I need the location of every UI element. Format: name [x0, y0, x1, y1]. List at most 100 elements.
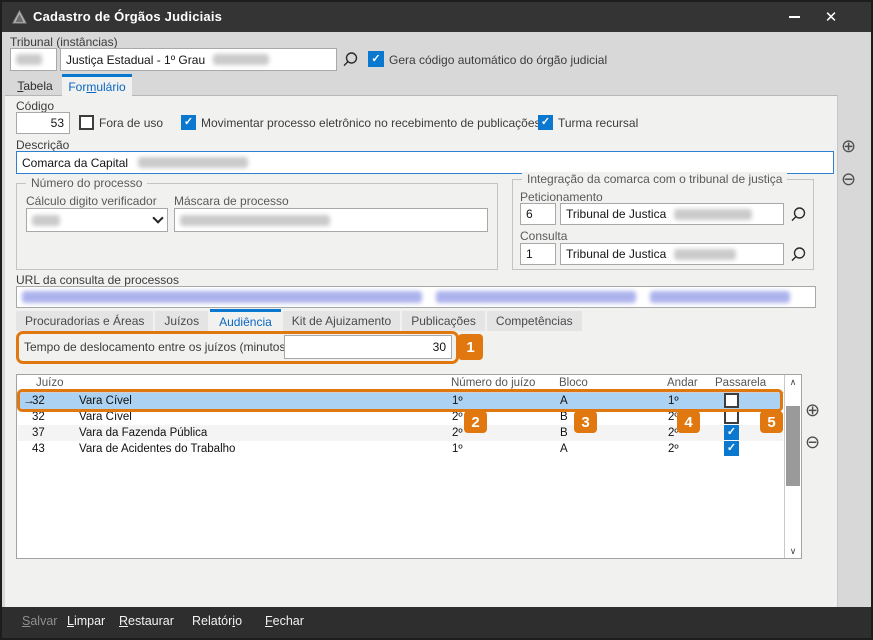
cell-numero: 1º [452, 393, 463, 409]
passarela-checkbox[interactable]: ✓ [724, 393, 739, 408]
redacted-link [650, 291, 790, 303]
scroll-down-icon[interactable]: ∨ [785, 544, 801, 558]
cell-code: 32 [32, 409, 45, 425]
scroll-up-icon[interactable]: ∧ [785, 375, 801, 389]
cell-name: Vara da Fazenda Pública [79, 425, 207, 441]
cell-bloco: B [560, 425, 568, 441]
redacted-text [674, 209, 752, 220]
table-row[interactable]: → 32 Vara Cível 1º A 1º ✓ [18, 393, 783, 409]
vertical-scrollbar[interactable]: ∧ ∨ [784, 375, 801, 558]
numero-processo-title: Número do processo [26, 176, 147, 190]
consulta-label: Consulta [520, 229, 567, 243]
consulta-value: Tribunal de Justica [566, 247, 666, 261]
mascara-field[interactable] [174, 208, 488, 232]
check-icon: ✓ [727, 427, 736, 438]
tempo-field[interactable]: 30 [284, 335, 452, 359]
fora-de-uso-checkbox[interactable]: ✓ [79, 115, 94, 130]
subtab-juizos[interactable]: Juízos [155, 311, 208, 331]
header-andar: Andar [667, 377, 698, 389]
calculo-dropdown[interactable] [26, 208, 168, 232]
calculo-label: Cálculo digito verificador [26, 194, 157, 208]
search-icon[interactable] [789, 246, 807, 264]
annotation-badge-2: 2 [464, 411, 487, 433]
peticionamento-code: 6 [526, 207, 533, 221]
minimize-button[interactable] [773, 2, 815, 32]
cell-code: 43 [32, 441, 45, 457]
search-icon[interactable] [789, 206, 807, 224]
url-field[interactable] [16, 286, 816, 308]
window-title: Cadastro de Órgãos Judiciais [33, 9, 222, 24]
cell-numero: 2º [452, 409, 463, 425]
tab-tabela[interactable]: Tabela [10, 76, 60, 96]
cell-numero: 2º [452, 425, 463, 441]
annotation-badge-1: 1 [458, 334, 483, 360]
table-row[interactable]: 32 Vara Cível 2º B 2º ✓ [18, 409, 783, 425]
cell-numero: 1º [452, 441, 463, 457]
limpar-button[interactable]: Limpar [67, 614, 105, 628]
cell-name: Vara Cível [79, 409, 132, 425]
annotation-badge-3: 3 [574, 411, 597, 433]
descricao-label: Descrição [16, 138, 69, 152]
salvar-button[interactable]: Salvar [22, 614, 57, 628]
tempo-label: Tempo de deslocamento entre os juízos (m… [24, 340, 289, 354]
cell-name: Vara de Acidentes do Trabalho [79, 441, 235, 457]
codigo-field[interactable]: 53 [16, 112, 70, 134]
peticionamento-label: Peticionamento [520, 190, 603, 204]
movimentar-checkbox[interactable]: ✓ [181, 115, 196, 130]
passarela-checkbox[interactable]: ✓ [724, 441, 739, 456]
subtab-bar: Procuradorias e Áreas Juízos Audiência K… [16, 310, 582, 331]
peticionamento-field[interactable]: Tribunal de Justica [560, 203, 784, 225]
subtab-procuradorias[interactable]: Procuradorias e Áreas [16, 311, 153, 331]
subtab-competencias[interactable]: Competências [487, 311, 582, 331]
peticionamento-value: Tribunal de Justica [566, 207, 666, 221]
scrollbar-thumb[interactable] [786, 406, 800, 486]
search-icon[interactable] [341, 51, 359, 69]
close-button[interactable]: ✕ [810, 2, 852, 32]
subtab-kit-ajuizamento[interactable]: Kit de Ajuizamento [283, 311, 400, 331]
footer-bar: Salvar Limpar Restaurar Relatório Fechar [2, 607, 871, 638]
descricao-value: Comarca da Capital [22, 156, 128, 170]
subtab-publicacoes[interactable]: Publicações [402, 311, 485, 331]
passarela-checkbox[interactable]: ✓ [724, 409, 739, 424]
tab-formulario[interactable]: Formulário [62, 74, 132, 96]
integracao-title: Integração da comarca com o tribunal de … [522, 172, 787, 186]
tempo-value: 30 [433, 340, 446, 354]
peticionamento-code-field[interactable]: 6 [520, 203, 556, 225]
tribunal-name-value: Justiça Estadual - 1º Grau [66, 53, 205, 67]
redacted-link [436, 291, 636, 303]
header-numero: Número do juízo [451, 377, 535, 389]
check-icon: ✓ [541, 117, 550, 128]
cell-bloco: B [560, 409, 568, 425]
header-passarela: Passarela [715, 377, 766, 389]
remove-button[interactable]: ⊖ [841, 171, 856, 189]
turma-recursal-label: Turma recursal [558, 116, 638, 130]
minimize-icon [789, 16, 800, 18]
table-row[interactable]: 37 Vara da Fazenda Pública 2º B 2º ✓ [18, 425, 783, 441]
redacted-text [674, 249, 736, 260]
tribunal-code-field[interactable] [10, 48, 57, 71]
check-icon: ✓ [727, 443, 736, 454]
descricao-field[interactable]: Comarca da Capital [16, 151, 834, 174]
consulta-field[interactable]: Tribunal de Justica [560, 243, 784, 265]
app-window: Cadastro de Órgãos Judiciais ✕ Tribunal … [0, 0, 873, 640]
fechar-button[interactable]: Fechar [265, 614, 304, 628]
redacted-text [32, 215, 60, 226]
relatorio-button[interactable]: Relatório [192, 614, 242, 628]
consulta-code-field[interactable]: 1 [520, 243, 556, 265]
remove-row-button[interactable]: ⊖ [805, 434, 820, 452]
fora-de-uso-label: Fora de uso [99, 116, 163, 130]
add-button[interactable]: ⊕ [841, 138, 856, 156]
gera-codigo-checkbox[interactable]: ✓ [368, 51, 384, 67]
passarela-checkbox[interactable]: ✓ [724, 425, 739, 440]
restaurar-button[interactable]: Restaurar [119, 614, 174, 628]
title-bar: Cadastro de Órgãos Judiciais ✕ [2, 2, 871, 32]
header-bloco: Bloco [559, 377, 588, 389]
cell-bloco: A [560, 441, 568, 457]
turma-recursal-checkbox[interactable]: ✓ [538, 115, 553, 130]
tribunal-label: Tribunal (instâncias) [10, 35, 118, 49]
subtab-audiencia[interactable]: Audiência [210, 309, 281, 331]
redacted-text [138, 157, 248, 168]
add-row-button[interactable]: ⊕ [805, 402, 820, 420]
tribunal-name-field[interactable]: Justiça Estadual - 1º Grau [60, 48, 337, 71]
table-row[interactable]: 43 Vara de Acidentes do Trabalho 1º A 2º… [18, 441, 783, 457]
